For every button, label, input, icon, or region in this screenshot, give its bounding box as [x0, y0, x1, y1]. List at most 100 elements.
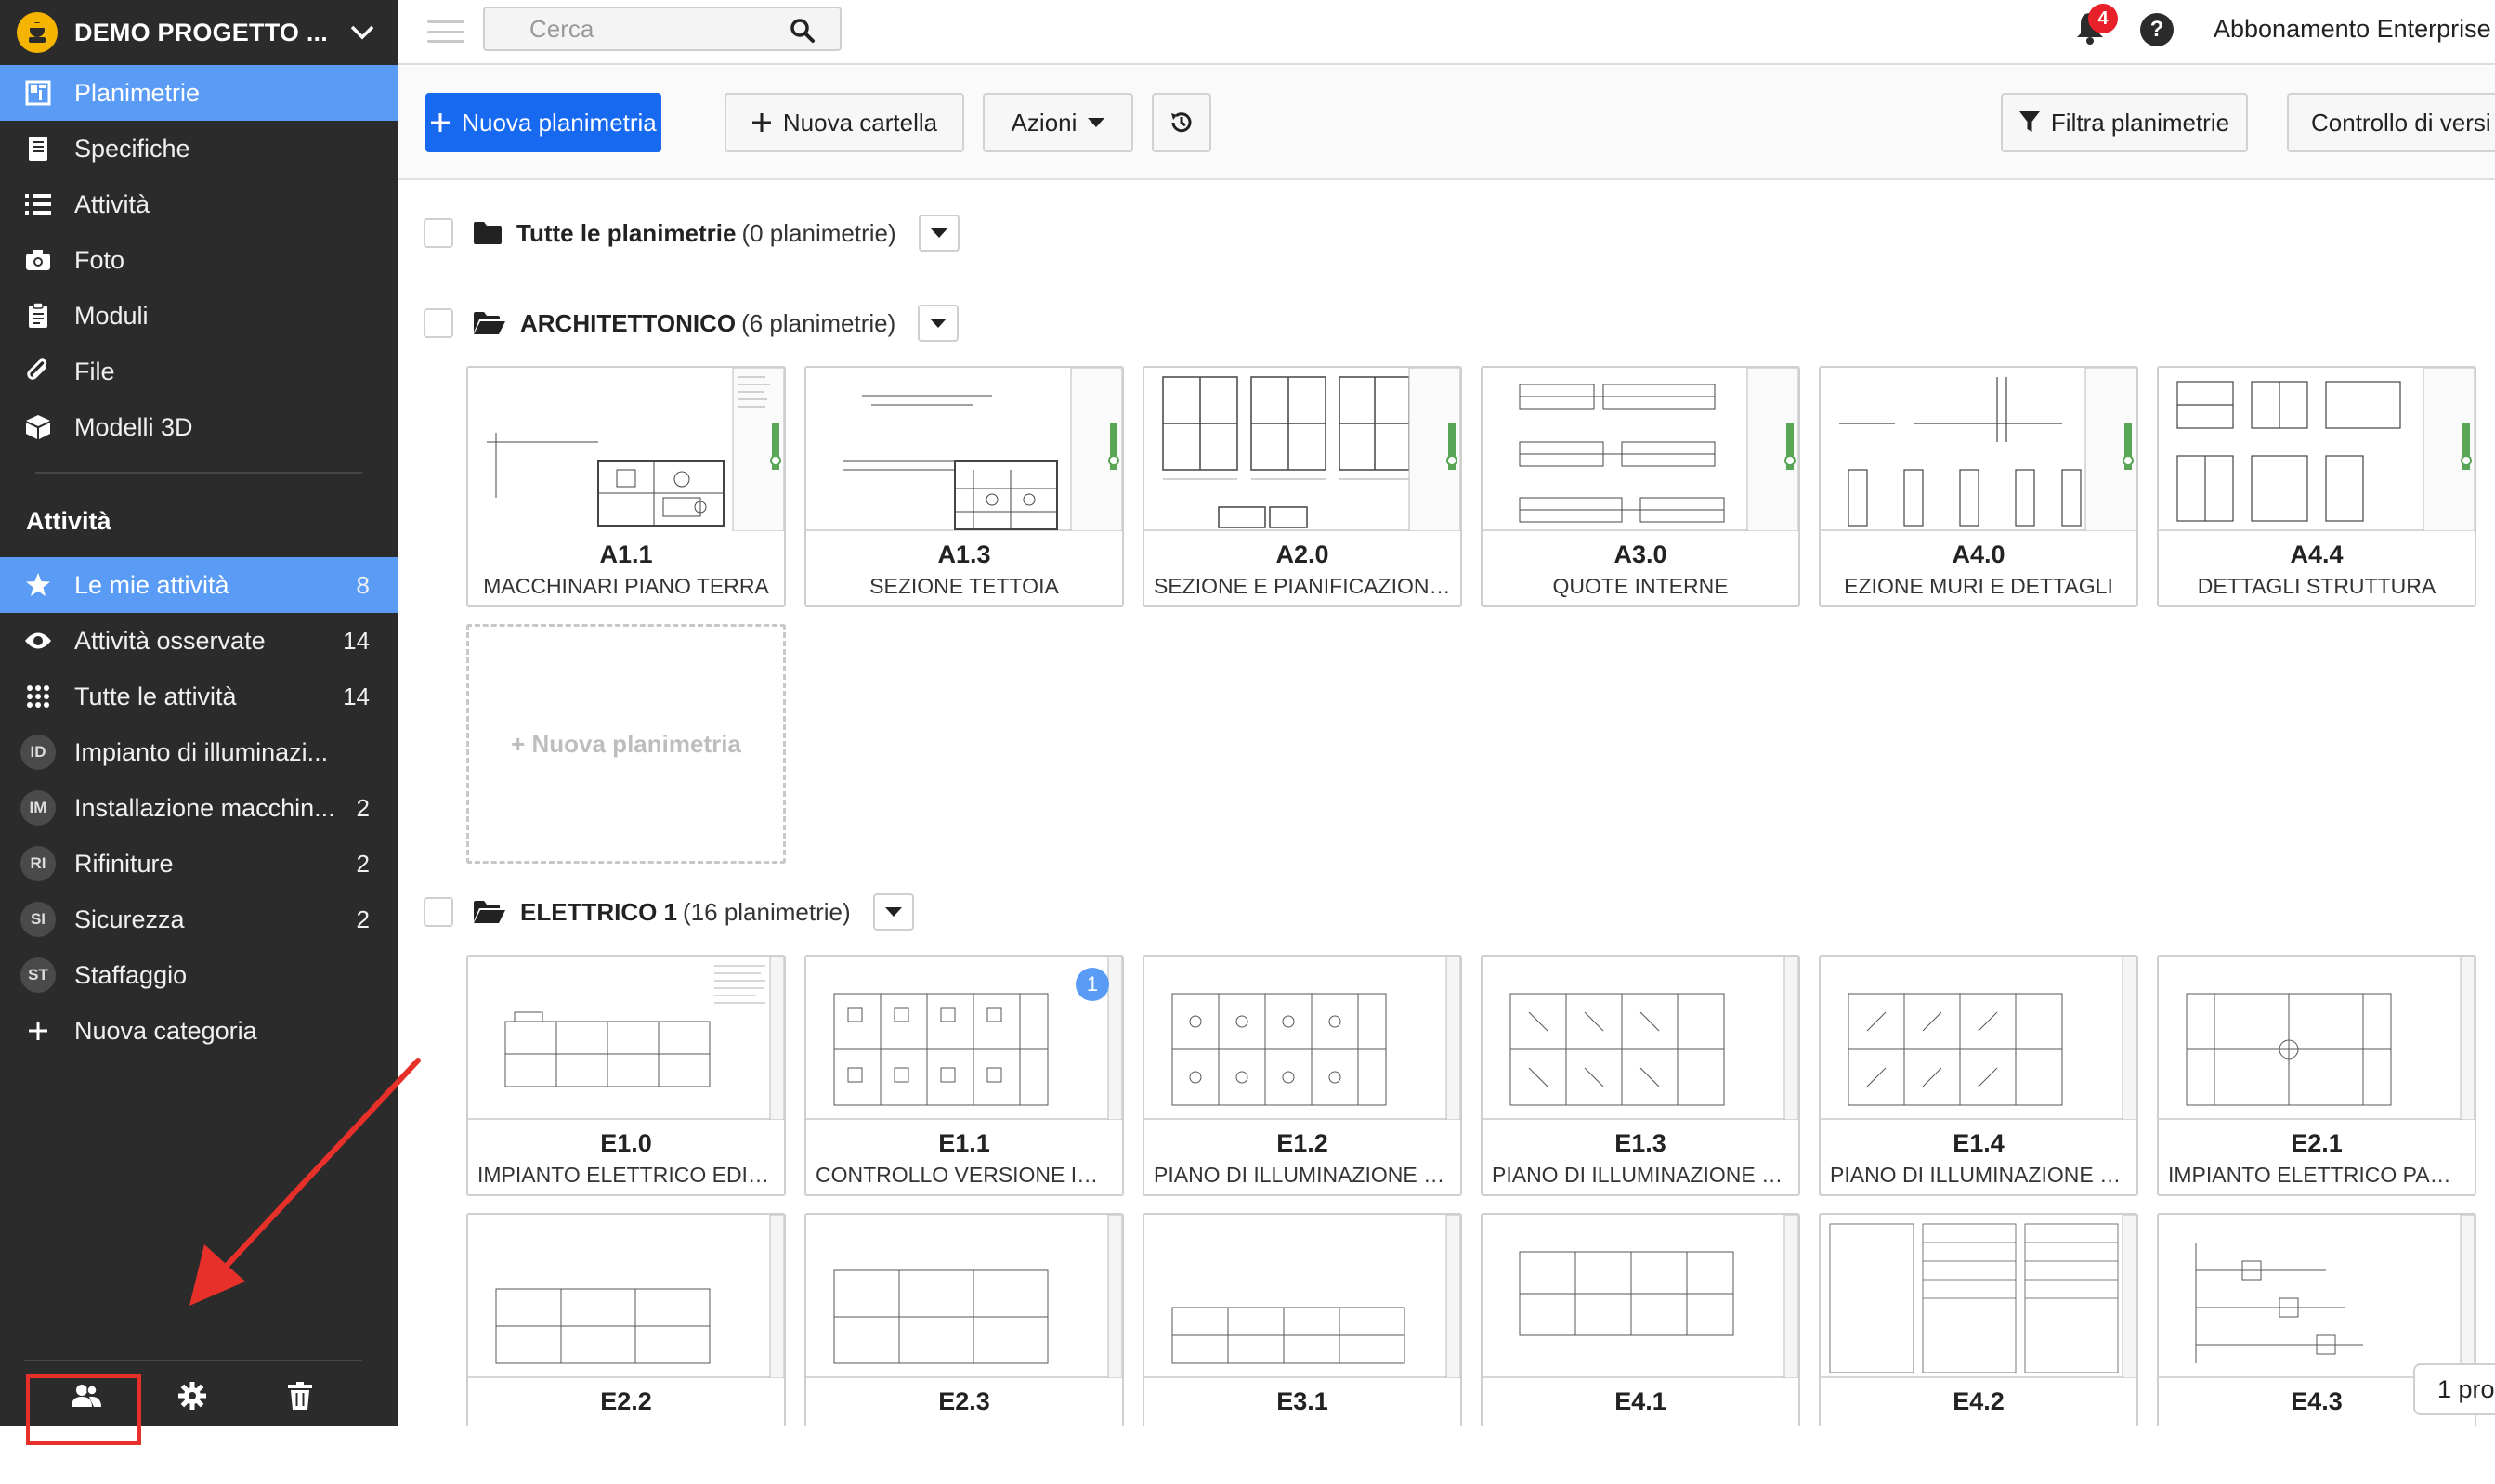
sheet-title: IMPIANTO ELETTRICO PARZ... [2168, 1163, 2465, 1187]
sheet-code: E1.4 [1953, 1129, 2005, 1157]
nav-label: Modelli 3D [74, 412, 193, 441]
sheet-card[interactable]: E3.1 [1143, 1213, 1462, 1426]
nav-item-modelli-3d[interactable]: Modelli 3D [0, 399, 398, 455]
folder-open-icon [474, 312, 505, 334]
eye-icon [24, 627, 52, 655]
folder-menu-button[interactable] [872, 893, 914, 931]
menu-icon[interactable] [427, 15, 464, 48]
sheet-code: A4.0 [1952, 540, 2005, 568]
search-box[interactable] [483, 7, 842, 51]
sheet-card[interactable]: 1 E1.1 CONTROLLO VERSIONE IMP... [804, 955, 1124, 1196]
nav-label: Attività [74, 189, 150, 218]
plus-icon [24, 1017, 52, 1045]
folder-row[interactable]: ARCHITETTONICO (6 planimetrie) [424, 300, 960, 346]
sheet-thumbnail [1483, 1215, 1798, 1379]
sheet-card[interactable]: E2.1 IMPIANTO ELETTRICO PARZ... [2157, 955, 2476, 1196]
sheet-thumbnail [806, 957, 1122, 1121]
sheet-card[interactable]: A1.3 SEZIONE TETTOIA [804, 366, 1124, 607]
sheet-card[interactable]: E2.3 [804, 1213, 1124, 1426]
folder-checkbox[interactable] [424, 308, 453, 338]
tasks-item-category[interactable]: ST Staffaggio [0, 947, 398, 1003]
version-control-button[interactable]: Controllo di versi [2287, 93, 2495, 152]
annotation-highlight-box [26, 1374, 141, 1445]
folder-checkbox[interactable] [424, 218, 453, 248]
sheet-card[interactable]: A4.4 DETTAGLI STRUTTURA [2157, 366, 2476, 607]
caret-down-icon [930, 319, 947, 328]
sheet-card[interactable]: E1.4 PIANO DI ILLUMINAZIONE P... [1819, 955, 2138, 1196]
sheet-card[interactable]: A1.1 MACCHINARI PIANO TERRA [466, 366, 786, 607]
version-badge[interactable]: 1 [1076, 968, 1109, 1001]
blueprint-icon [24, 79, 52, 107]
new-plan-placeholder[interactable]: + Nuova planimetria [466, 624, 786, 864]
tasks-item-tutte[interactable]: Tutte le attività 14 [0, 669, 398, 724]
sheet-card[interactable]: E2.2 [466, 1213, 786, 1426]
paperclip-icon [24, 358, 52, 385]
nav-label: Moduli [74, 301, 149, 330]
tasks-item-category[interactable]: IM Installazione macchin... 2 [0, 780, 398, 836]
nav-item-moduli[interactable]: Moduli [0, 288, 398, 344]
sheet-code: A3.0 [1613, 540, 1667, 568]
sheet-code: E2.1 [2291, 1129, 2343, 1157]
sheet-code: E2.2 [600, 1387, 652, 1415]
new-folder-button[interactable]: Nuova cartella [725, 93, 964, 152]
sheet-card[interactable]: A2.0 SEZIONE E PIANIFICAZIONE... [1143, 366, 1462, 607]
plans-content: Tutte le planimetrie (0 planimetrie) ARC… [398, 182, 2495, 1426]
nav-item-foto[interactable]: Foto [0, 232, 398, 288]
filter-plans-button[interactable]: Filtra planimetrie [2001, 93, 2248, 152]
nav-item-planimetrie[interactable]: Planimetrie [0, 65, 398, 121]
tasks-item-category[interactable]: RI Rifiniture 2 [0, 836, 398, 892]
sheet-card[interactable]: E4.1 [1481, 1213, 1800, 1426]
folder-row[interactable]: ELETTRICO 1 (16 planimetrie) [424, 889, 914, 935]
history-button[interactable] [1152, 93, 1211, 152]
folder-row[interactable]: Tutte le planimetrie (0 planimetrie) [424, 210, 960, 256]
category-badge: ST [20, 957, 56, 993]
tasks-item-category[interactable]: SI Sicurezza 2 [0, 892, 398, 947]
folder-menu-button[interactable] [918, 305, 960, 342]
folder-checkbox[interactable] [424, 897, 453, 927]
trash-icon [288, 1381, 312, 1414]
sheet-code: A4.4 [2290, 540, 2344, 568]
sheet-thumbnail [2159, 957, 2475, 1121]
tasks-count: 2 [356, 905, 370, 933]
sheet-card[interactable]: E1.3 PIANO DI ILLUMINAZIONE P... [1481, 955, 1800, 1196]
nav-item-file[interactable]: File [0, 344, 398, 399]
sheet-title: MACCHINARI PIANO TERRA [483, 574, 769, 598]
actions-dropdown[interactable]: Azioni [983, 93, 1133, 152]
new-plan-button[interactable]: Nuova planimetria [425, 93, 661, 152]
project-switcher[interactable]: DEMO PROGETTO ... [0, 0, 398, 65]
search-input[interactable] [529, 14, 771, 44]
pagination-indicator[interactable]: 1 pro [2413, 1363, 2495, 1415]
tasks-count: 2 [356, 849, 370, 878]
tasks-item-le-mie-attivita[interactable]: Le mie attività 8 [0, 557, 398, 613]
gear-icon [178, 1381, 206, 1414]
sheet-card[interactable]: E4.2 [1819, 1213, 2138, 1426]
sheet-thumbnail [1821, 1215, 2136, 1379]
folder-menu-button[interactable] [918, 215, 960, 252]
sheet-title: EZIONE MURI E DETTAGLI [1844, 574, 2113, 598]
tasks-item-osservate[interactable]: Attività osservate 14 [0, 613, 398, 669]
nav-item-attivita[interactable]: Attività [0, 176, 398, 232]
settings-button[interactable] [169, 1376, 216, 1419]
subscription-label[interactable]: Abbonamento Enterprise [2214, 15, 2491, 44]
sheet-code: E4.2 [1953, 1387, 2005, 1415]
sheet-title: SEZIONE E PIANIFICAZIONE... [1154, 574, 1451, 598]
sheet-title: CONTROLLO VERSIONE IMP... [816, 1163, 1113, 1187]
history-icon [1171, 112, 1192, 133]
plus-icon [751, 113, 771, 132]
trash-button[interactable] [277, 1376, 323, 1419]
sheet-card[interactable]: E1.0 IMPIANTO ELETTRICO EDIFI... [466, 955, 786, 1196]
topbar: 4 ? Abbonamento Enterprise [398, 0, 2495, 65]
tasks-item-category[interactable]: ID Impianto di illuminazi... [0, 724, 398, 780]
project-logo-icon [17, 12, 58, 53]
sheet-card[interactable]: E1.2 PIANO DI ILLUMINAZIONE P... [1143, 955, 1462, 1196]
sheet-thumbnail [468, 368, 784, 532]
sheet-thumbnail [2159, 1215, 2475, 1379]
sheet-card[interactable]: A3.0 QUOTE INTERNE [1481, 366, 1800, 607]
camera-icon [24, 246, 52, 274]
sheet-card[interactable]: A4.0 EZIONE MURI E DETTAGLI [1819, 366, 2138, 607]
nav-item-specifiche[interactable]: Specifiche [0, 121, 398, 176]
help-icon[interactable]: ? [2140, 13, 2174, 46]
chevron-down-icon[interactable] [344, 14, 381, 51]
search-icon[interactable] [790, 18, 816, 48]
folder-name: ELETTRICO 1 [520, 897, 678, 926]
